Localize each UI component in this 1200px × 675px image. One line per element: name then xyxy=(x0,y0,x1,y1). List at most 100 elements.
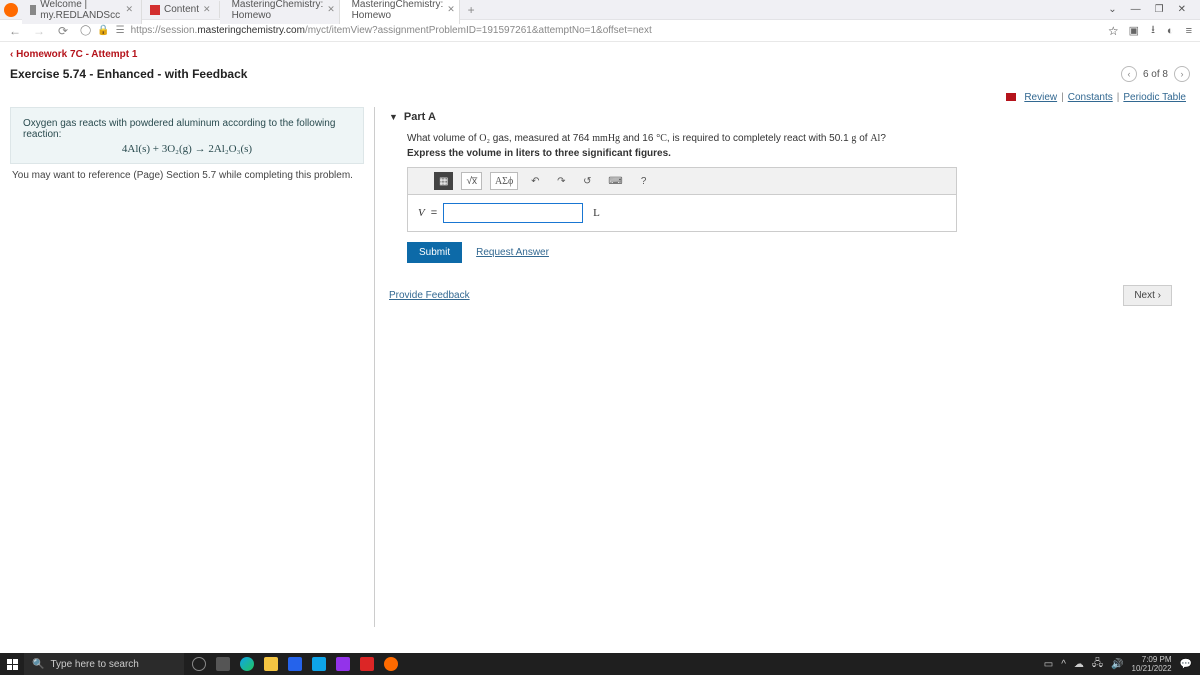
url-host: masteringchemistry.com xyxy=(197,25,305,36)
notifications-icon[interactable]: 💬 xyxy=(1180,659,1192,670)
new-tab-button[interactable]: + xyxy=(460,3,483,17)
firefox-taskbar-icon[interactable] xyxy=(384,657,398,671)
onedrive-icon[interactable]: ☁ xyxy=(1074,659,1084,670)
pager-text: 6 of 8 xyxy=(1143,69,1168,80)
tab-label: Welcome | my.REDLANDScc xyxy=(40,0,121,21)
explorer-icon[interactable] xyxy=(264,657,278,671)
breadcrumb[interactable]: Homework 7C - Attempt 1 xyxy=(10,49,137,60)
close-icon[interactable]: ✕ xyxy=(203,4,211,15)
menu-icon[interactable]: ≡ xyxy=(1186,25,1192,37)
keyboard-button[interactable]: ⌨ xyxy=(604,172,626,190)
tab-label: Content xyxy=(164,4,199,15)
tab-mc-2[interactable]: MasteringChemistry: Homewo ✕ xyxy=(340,0,460,24)
close-icon[interactable]: ✕ xyxy=(327,4,335,15)
close-icon[interactable]: ✕ xyxy=(125,4,133,15)
tray-chevron-icon[interactable]: ^ xyxy=(1061,659,1066,670)
start-button[interactable] xyxy=(0,653,24,675)
forward-button[interactable]: → xyxy=(32,24,46,38)
review-link[interactable]: Review xyxy=(1024,92,1057,103)
tab-label: MasteringChemistry: Homewo xyxy=(352,0,444,21)
reload-button[interactable]: ⟳ xyxy=(56,24,70,38)
close-window-icon[interactable]: ✕ xyxy=(1178,4,1186,15)
page-title: Exercise 5.74 - Enhanced - with Feedback xyxy=(10,67,247,81)
bookmark-star-icon[interactable]: ☆ xyxy=(1108,24,1119,38)
extensions-icon[interactable]: ◐ xyxy=(1167,25,1174,37)
answer-instruction: Express the volume in liters to three si… xyxy=(389,144,1176,167)
tab-redlands[interactable]: Welcome | my.REDLANDScc ✕ xyxy=(22,0,142,24)
app-icon[interactable] xyxy=(336,657,350,671)
firefox-icon xyxy=(4,3,18,17)
back-button[interactable]: ← xyxy=(8,24,22,38)
prev-button[interactable]: ‹ xyxy=(1121,66,1137,82)
problem-intro-panel: Oxygen gas reacts with powdered aluminum… xyxy=(10,107,364,164)
browser-addressbar: ← → ⟳ ◯ 🔒 ☰ https://session.masteringche… xyxy=(0,20,1200,42)
store-icon[interactable] xyxy=(288,657,302,671)
next-button[interactable]: › xyxy=(1174,66,1190,82)
cortana-icon[interactable] xyxy=(192,657,206,671)
tab-label: MasteringChemistry: Homewo xyxy=(232,0,324,21)
office-icon[interactable] xyxy=(360,657,374,671)
edge-icon[interactable] xyxy=(240,657,254,671)
answer-box: ▦ √x̅ ΑΣϕ ↶ ↷ ↺ ⌨ ? V = L xyxy=(407,167,957,232)
content-icon xyxy=(150,5,160,15)
downloads-icon[interactable]: ⭳ xyxy=(1151,21,1155,40)
answer-input[interactable] xyxy=(443,203,583,223)
clock-time: 7:09 PM xyxy=(1132,655,1172,664)
part-label: Part A xyxy=(404,111,436,123)
url-path: /myct/itemView?assignmentProblemID=19159… xyxy=(305,25,652,36)
url-prefix: https://session. xyxy=(131,25,198,36)
network-icon[interactable]: 🖧 xyxy=(1092,656,1103,673)
url-bar[interactable]: ◯ 🔒 ☰ https://session.masteringchemistry… xyxy=(80,25,1098,36)
close-icon[interactable]: ✕ xyxy=(447,4,455,15)
constants-link[interactable]: Constants xyxy=(1068,92,1113,103)
reset-button[interactable]: ↺ xyxy=(578,172,596,190)
caret-down-icon: ▼ xyxy=(389,112,398,122)
reaction-equation: 4Al(s) + 3O₂(g) → 2Al₂O₃(s) xyxy=(23,140,351,158)
variable-label: V xyxy=(418,207,425,219)
help-button[interactable]: ? xyxy=(635,172,653,190)
task-view-icon[interactable] xyxy=(216,657,230,671)
shield-icon: ◯ xyxy=(80,25,91,36)
provide-feedback-link[interactable]: Provide Feedback xyxy=(389,290,470,301)
reference-hint: You may want to reference (Page) Section… xyxy=(10,164,364,187)
browser-tabbar: Welcome | my.REDLANDScc ✕ Content ✕ Mast… xyxy=(0,0,1200,20)
mail-icon[interactable] xyxy=(312,657,326,671)
greek-button[interactable]: ΑΣϕ xyxy=(490,172,518,190)
unit-label: L xyxy=(589,207,600,219)
templates-button[interactable]: ▦ xyxy=(434,172,453,190)
lock-icon: 🔒 xyxy=(97,25,109,36)
search-placeholder: Type here to search xyxy=(50,659,138,670)
redo-button[interactable]: ↷ xyxy=(552,172,570,190)
windows-taskbar: 🔍 Type here to search ▭ ^ ☁ 🖧 🔊 7:09 PM … xyxy=(0,653,1200,675)
flag-icon[interactable] xyxy=(1006,93,1016,101)
chevron-down-icon[interactable]: ⌄ xyxy=(1108,4,1116,15)
next-part-button[interactable]: Next › xyxy=(1123,285,1172,306)
pager: ‹ 6 of 8 › xyxy=(1121,66,1190,82)
minimize-icon[interactable]: — xyxy=(1131,4,1141,15)
taskbar-clock[interactable]: 7:09 PM 10/21/2022 xyxy=(1132,655,1172,673)
meet-now-icon[interactable]: ▭ xyxy=(1044,659,1053,670)
submit-button[interactable]: Submit xyxy=(407,242,462,263)
equals-label: = xyxy=(431,207,437,219)
reader-icon: ☰ xyxy=(116,25,125,36)
clock-date: 10/21/2022 xyxy=(1132,664,1172,673)
undo-button[interactable]: ↶ xyxy=(526,172,544,190)
window-controls: ⌄ — ❐ ✕ xyxy=(1108,4,1196,15)
windows-logo-icon xyxy=(7,659,18,670)
periodic-table-link[interactable]: Periodic Table xyxy=(1123,92,1186,103)
volume-icon[interactable]: 🔊 xyxy=(1111,659,1123,670)
tab-content[interactable]: Content ✕ xyxy=(142,1,220,18)
tab-mc-1[interactable]: MasteringChemistry: Homewo ✕ xyxy=(220,0,340,24)
sqrt-button[interactable]: √x̅ xyxy=(461,172,482,190)
search-icon: 🔍 xyxy=(32,659,44,670)
answer-toolbar: ▦ √x̅ ΑΣϕ ↶ ↷ ↺ ⌨ ? xyxy=(408,168,956,195)
question-text: What volume of O₂ gas, measured at 764 m… xyxy=(389,133,1176,144)
reference-links: Review| Constants| Periodic Table xyxy=(0,90,1200,107)
grid-icon xyxy=(30,5,36,15)
intro-text: Oxygen gas reacts with powdered aluminum… xyxy=(23,118,351,140)
request-answer-link[interactable]: Request Answer xyxy=(476,247,549,258)
part-header[interactable]: ▼ Part A xyxy=(389,107,1176,133)
taskbar-search[interactable]: 🔍 Type here to search xyxy=(24,653,184,675)
maximize-icon[interactable]: ❐ xyxy=(1155,4,1164,15)
save-to-pocket-icon[interactable]: ▣ xyxy=(1129,24,1139,37)
